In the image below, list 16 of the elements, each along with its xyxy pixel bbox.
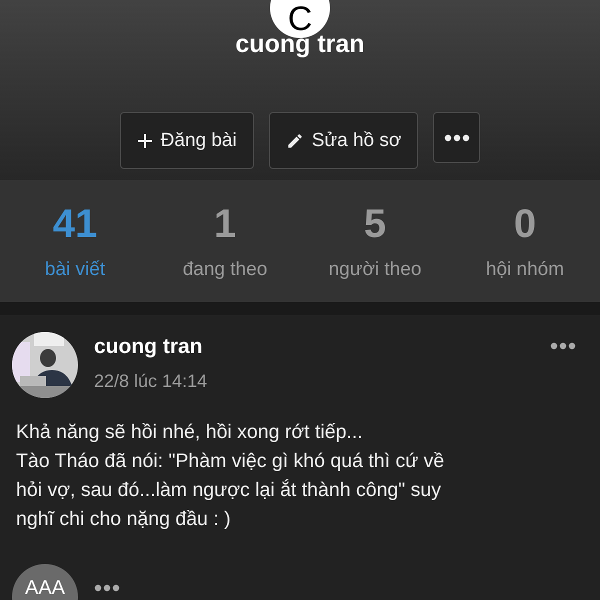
more-button[interactable]: [433, 112, 480, 164]
stat-tab[interactable]: 41 bài viết: [0, 180, 150, 302]
edit-profile-button[interactable]: Sửa hồ sơ: [268, 112, 418, 170]
plus-icon: [136, 132, 153, 149]
post-time: 22/8 lúc 14:14: [94, 370, 208, 394]
new-post-button[interactable]: Đăng bài: [120, 112, 254, 170]
more-icon[interactable]: [94, 584, 120, 592]
comment-avatar: AAA: [12, 564, 78, 600]
stat-tab[interactable]: 0 hội nhóm: [450, 180, 600, 302]
stat-tab[interactable]: 5 người theo: [300, 180, 450, 302]
more-icon[interactable]: [444, 134, 470, 142]
pencil-icon: [286, 132, 304, 150]
post-body: Khả năng sẽ hồi nhé, hồi xong rớt tiếp... Tào Tháo đã nói: "Phàm việc gì khó quá thì cứ về hỏi vợ, sau đó...làm ngược lại ắt thành công" suy nghĩ chi cho nặng đầu : ): [15, 420, 446, 532]
post-author: cuong tran: [94, 334, 204, 360]
more-icon[interactable]: [550, 342, 576, 350]
stat-tab[interactable]: 1 đang theo: [150, 180, 300, 302]
